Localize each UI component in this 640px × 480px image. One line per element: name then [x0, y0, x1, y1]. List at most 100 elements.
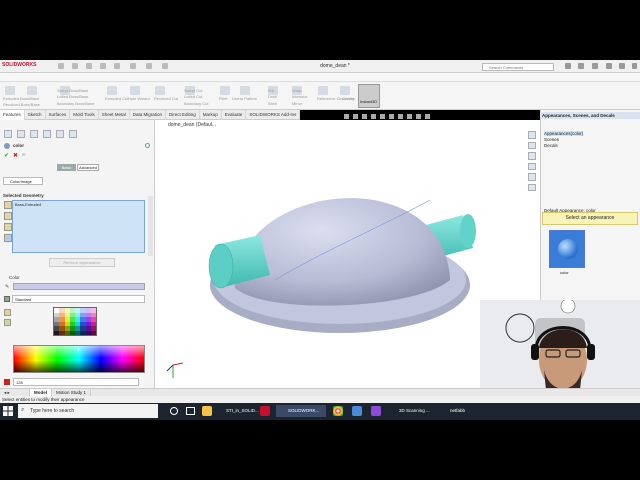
- taskbar-item-3d-scanning[interactable]: 3D Scanning ...: [387, 405, 433, 417]
- view-orientation-icon[interactable]: [380, 114, 385, 119]
- tab-surfaces[interactable]: Surfaces: [46, 110, 71, 120]
- linear-pattern-icon[interactable]: [240, 86, 250, 95]
- eyedropper-icon[interactable]: ✎: [5, 284, 9, 290]
- select-feature-icon[interactable]: [4, 234, 12, 242]
- help-icon[interactable]: [565, 63, 571, 69]
- tab-data-migration[interactable]: Data Migration: [130, 110, 167, 120]
- tree-item-appearances[interactable]: Appearances(color): [544, 131, 584, 136]
- view-settings-icon[interactable]: [425, 114, 430, 119]
- remove-appearance-button[interactable]: Remove appearance: [49, 258, 115, 267]
- advanced-button[interactable]: Advanced: [77, 164, 99, 171]
- section-view-icon[interactable]: [371, 114, 376, 119]
- color-appearance-thumbnail[interactable]: [549, 230, 585, 268]
- tab-evaluate[interactable]: Evaluate: [222, 110, 247, 120]
- scrollbar[interactable]: [148, 196, 153, 256]
- color-image-tab[interactable]: Color/Image: [3, 177, 43, 185]
- configuration-manager-icon[interactable]: [30, 130, 38, 138]
- taskbar-item-netfabb[interactable]: netfabb: [438, 405, 478, 417]
- select-face-icon[interactable]: [4, 223, 12, 231]
- display-style-icon[interactable]: [389, 114, 394, 119]
- taskbar-search-input[interactable]: Type here to search: [18, 404, 158, 418]
- rgb-red-input[interactable]: 128: [13, 378, 139, 386]
- scenes-icon[interactable]: [416, 114, 421, 119]
- tab-addins[interactable]: SOLIDWORKS Add-Ins: [246, 110, 301, 120]
- tab-features[interactable]: Features: [0, 110, 25, 120]
- chrome-icon[interactable]: [333, 406, 343, 416]
- select-part-icon[interactable]: [4, 201, 12, 209]
- tab-sheet-metal[interactable]: Sheet Metal: [99, 110, 130, 120]
- tree-item-scenes[interactable]: Scenes: [544, 137, 583, 142]
- search-commands-input[interactable]: Search Commands: [482, 63, 554, 71]
- revolve-boss-icon[interactable]: [27, 86, 37, 95]
- close-icon[interactable]: [632, 63, 637, 69]
- cancel-x-icon[interactable]: ✖: [13, 152, 18, 159]
- user-icon[interactable]: [592, 63, 598, 69]
- reference-geometry-icon[interactable]: [318, 86, 328, 95]
- tree-item-decals[interactable]: Decals: [544, 143, 583, 148]
- zoom-area-icon[interactable]: [353, 114, 358, 119]
- extrude-boss-icon[interactable]: [5, 86, 15, 95]
- save-icon[interactable]: [86, 63, 92, 69]
- pushpin-icon[interactable]: ∞: [22, 152, 26, 158]
- color-swatch-palette[interactable]: [53, 307, 97, 336]
- hole-wizard-icon[interactable]: [130, 86, 140, 95]
- print-icon[interactable]: [100, 63, 106, 69]
- zoom-fit-icon[interactable]: [344, 114, 349, 119]
- custom-properties-icon[interactable]: [528, 183, 536, 191]
- tab-mold-tools[interactable]: Mold Tools: [70, 110, 99, 120]
- dimxpert-icon[interactable]: [43, 130, 51, 138]
- extruded-cut-icon[interactable]: [107, 86, 117, 95]
- tab-model[interactable]: Model: [30, 389, 52, 396]
- ok-check-icon[interactable]: ✔: [4, 152, 9, 159]
- feature-manager-icon[interactable]: [4, 130, 12, 138]
- edit-appearance-icon[interactable]: [407, 114, 412, 119]
- list-item[interactable]: Boss-Extrude4: [13, 201, 144, 208]
- word-icon[interactable]: [352, 406, 362, 416]
- options-icon[interactable]: [162, 63, 168, 69]
- color-swatch[interactable]: [90, 330, 96, 335]
- select-body-icon[interactable]: [4, 212, 12, 220]
- taskbar-item-sti[interactable]: STI_in_SOLID...: [214, 405, 259, 417]
- file-explorer-icon[interactable]: [528, 152, 536, 160]
- maximize-icon[interactable]: [619, 63, 625, 69]
- hide-show-icon[interactable]: [398, 114, 403, 119]
- file-explorer-taskbar-icon[interactable]: [202, 406, 212, 416]
- add-swatch-icon[interactable]: [4, 309, 11, 316]
- dome-body[interactable]: [235, 198, 450, 306]
- nav-arrows[interactable]: ◂ ▸: [0, 389, 30, 396]
- windows-start-icon[interactable]: [2, 405, 14, 417]
- select-icon[interactable]: [130, 63, 136, 69]
- solidworks-taskbar-icon[interactable]: [260, 406, 270, 416]
- color-mode-select[interactable]: Standard: [12, 295, 145, 303]
- new-icon[interactable]: [58, 63, 64, 69]
- cam-icon[interactable]: [69, 130, 77, 138]
- display-manager-icon[interactable]: [56, 130, 64, 138]
- notifications-icon[interactable]: [578, 63, 584, 69]
- taskbar-item-solidworks[interactable]: SOLIDWORK...: [276, 405, 326, 417]
- tab-sketch[interactable]: Sketch: [25, 110, 46, 120]
- minimize-icon[interactable]: [606, 63, 612, 69]
- open-icon[interactable]: [72, 63, 78, 69]
- design-library-icon[interactable]: [528, 141, 536, 149]
- instant3d-button[interactable]: Instant3D: [358, 84, 380, 108]
- cortana-icon[interactable]: [170, 407, 178, 415]
- view-palette-icon[interactable]: [528, 162, 536, 170]
- appearances-icon[interactable]: [528, 173, 536, 181]
- property-manager-icon[interactable]: [17, 130, 25, 138]
- app-icon[interactable]: [371, 406, 381, 416]
- task-view-icon[interactable]: [186, 407, 195, 415]
- rebuild-icon[interactable]: [146, 63, 152, 69]
- tab-motion-study[interactable]: Motion Study 1: [52, 389, 92, 396]
- revolved-cut-icon[interactable]: [155, 86, 165, 95]
- tab-markup[interactable]: Markup: [200, 110, 222, 120]
- undo-icon[interactable]: [114, 63, 120, 69]
- fillet-icon[interactable]: [220, 86, 230, 95]
- previous-view-icon[interactable]: [362, 114, 367, 119]
- basic-button[interactable]: Basic: [57, 164, 76, 171]
- home-icon[interactable]: [528, 131, 536, 139]
- remove-swatch-icon[interactable]: [4, 319, 11, 326]
- help-circle-icon[interactable]: [145, 143, 150, 148]
- curves-icon[interactable]: [340, 86, 350, 95]
- tab-direct-editing[interactable]: Direct Editing: [166, 110, 200, 120]
- selected-geometry-list[interactable]: Boss-Extrude4: [12, 200, 145, 253]
